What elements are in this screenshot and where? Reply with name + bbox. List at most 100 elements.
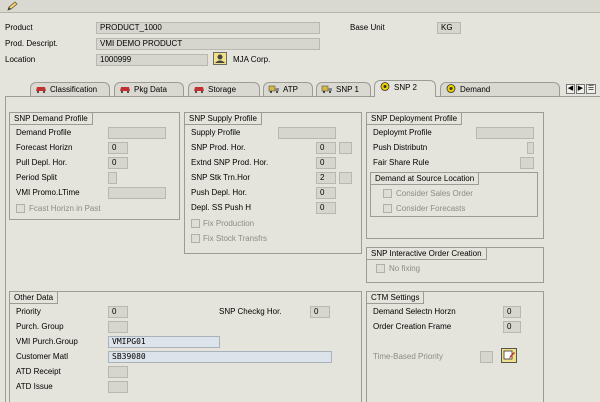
consider-sales-label: Consider Sales Order [396, 189, 473, 198]
fair-share-field[interactable] [520, 157, 534, 169]
location-name: MJA Corp. [233, 55, 271, 64]
snp-prod-hor-label: SNP Prod. Hor. [191, 143, 246, 152]
fix-production-label: Fix Production [203, 219, 255, 228]
atd-issue-field[interactable] [108, 381, 128, 393]
stk-trn-hor-extra[interactable] [339, 172, 352, 184]
truck-icon [268, 86, 279, 94]
vmi-purch-group-label: VMI Purch.Group [16, 337, 78, 346]
supply-profile-field[interactable] [278, 127, 336, 139]
demand-selectn-field[interactable]: 0 [503, 306, 521, 318]
push-depl-field[interactable]: 0 [316, 187, 336, 199]
prod-descript-label: Prod. Descript. [5, 39, 58, 48]
snp-deployment-profile-title: SNP Deployment Profile [367, 113, 463, 125]
time-based-priority-edit-icon[interactable] [501, 348, 517, 363]
fix-production-checkbox[interactable] [191, 219, 200, 228]
demand-source-location-title: Demand at Source Location [371, 173, 480, 185]
tab-classification[interactable]: Classification [30, 82, 110, 97]
forecast-horizon-field[interactable]: 0 [108, 142, 128, 154]
tab-atp[interactable]: ATP [263, 82, 313, 97]
pull-depl-field[interactable]: 0 [108, 157, 128, 169]
forecast-horizon-label: Forecast Horizn [16, 143, 73, 152]
toolbar [0, 0, 600, 13]
car-icon [194, 87, 204, 94]
stk-trn-hor-field[interactable]: 2 [316, 172, 336, 184]
time-based-priority-field[interactable] [480, 351, 493, 363]
time-based-priority-label: Time-Based Priority [373, 352, 443, 361]
tab-storage-label: Storage [208, 85, 237, 94]
atd-receipt-label: ATD Receipt [16, 367, 61, 376]
pencil-icon[interactable] [6, 1, 20, 12]
demand-profile-label: Demand Profile [16, 128, 72, 137]
atd-issue-label: ATD Issue [16, 382, 53, 391]
fair-share-label: Fair Share Rule [373, 158, 430, 167]
base-unit-label: Base Unit [350, 23, 385, 32]
tab-storage[interactable]: Storage [188, 82, 260, 97]
ctm-settings-title: CTM Settings [367, 292, 425, 304]
fix-stock-checkbox[interactable] [191, 234, 200, 243]
tab-demand[interactable]: Demand [440, 82, 560, 97]
tab-scroll-right-button[interactable]: ▶ [576, 84, 585, 94]
tab-demand-label: Demand [460, 85, 491, 94]
purch-group-label: Purch. Group [16, 322, 64, 331]
no-fixing-checkbox[interactable] [376, 264, 385, 273]
tab-atp-label: ATP [283, 85, 298, 94]
pull-depl-label: Pull Depl. Hor. [16, 158, 68, 167]
snp-supply-profile-title: SNP Supply Profile [185, 113, 262, 125]
depl-ss-push-field[interactable]: 0 [316, 202, 336, 214]
location-label: Location [5, 55, 36, 64]
tab-snp1-label: SNP 1 [336, 85, 359, 94]
extnd-prod-hor-field[interactable]: 0 [316, 157, 336, 169]
deploymt-profile-label: Deploymt Profile [373, 128, 432, 137]
supply-profile-label: Supply Profile [191, 128, 241, 137]
location-lookup-icon[interactable] [213, 52, 227, 65]
car-icon [120, 87, 130, 94]
vmi-promo-label: VMI Promo.LTime [16, 188, 80, 197]
extnd-prod-hor-label: Extnd SNP Prod. Hor. [191, 158, 269, 167]
customer-matl-field[interactable]: SB39080 [108, 351, 332, 363]
priority-label: Priority [16, 307, 41, 316]
stk-trn-hor-label: SNP Stk Trn.Hor [191, 173, 250, 182]
tab-snp2[interactable]: SNP 2 [374, 80, 436, 97]
push-distrib-label: Push Distributn [373, 143, 428, 152]
status-icon [446, 84, 456, 94]
tab-scroll-left-button[interactable]: ◀ [566, 84, 575, 94]
tab-snp1[interactable]: SNP 1 [316, 82, 371, 97]
order-creation-field[interactable]: 0 [503, 321, 521, 333]
base-unit-field[interactable]: KG [437, 22, 461, 34]
snp-demand-profile-title: SNP Demand Profile [10, 113, 93, 125]
customer-matl-label: Customer Matl [16, 352, 69, 361]
atd-receipt-field[interactable] [108, 366, 128, 378]
fcast-past-label: Fcast Horizn in Past [29, 204, 101, 213]
car-icon [36, 87, 46, 94]
snp-prod-hor-field[interactable]: 0 [316, 142, 336, 154]
order-creation-label: Order Creation Frame [373, 322, 452, 331]
period-split-field[interactable] [108, 172, 117, 184]
product-field[interactable]: PRODUCT_1000 [96, 22, 320, 34]
tab-list-button[interactable]: ☰ [586, 84, 596, 94]
consider-sales-checkbox[interactable] [383, 189, 392, 198]
push-distrib-field[interactable] [527, 142, 534, 154]
priority-field[interactable]: 0 [108, 306, 128, 318]
demand-selectn-label: Demand Selectn Horzn [373, 307, 456, 316]
vmi-promo-field[interactable] [108, 187, 166, 199]
fcast-past-checkbox[interactable] [16, 204, 25, 213]
location-field[interactable]: 1000999 [96, 54, 208, 66]
fix-stock-label: Fix Stock Transfrs [203, 234, 268, 243]
no-fixing-label: No fixing [389, 264, 421, 273]
vmi-purch-group-field[interactable]: VMIPG01 [108, 336, 220, 348]
tab-pkg-data-label: Pkg Data [134, 85, 167, 94]
consider-forecasts-label: Consider Forecasts [396, 204, 466, 213]
tab-classification-label: Classification [50, 85, 98, 94]
demand-profile-field[interactable] [108, 127, 166, 139]
tab-pkg-data[interactable]: Pkg Data [114, 82, 184, 97]
snp-checkg-hor-label: SNP Checkg Hor. [219, 307, 282, 316]
period-split-label: Period Split [16, 173, 57, 182]
other-data-title: Other Data [10, 292, 59, 304]
purch-group-field[interactable] [108, 321, 128, 333]
consider-forecasts-checkbox[interactable] [383, 204, 392, 213]
product-label: Product [5, 23, 33, 32]
prod-descript-field[interactable]: VMI DEMO PRODUCT [96, 38, 320, 50]
snp-checkg-hor-field[interactable]: 0 [310, 306, 330, 318]
snp-prod-hor-extra[interactable] [339, 142, 352, 154]
deploymt-profile-field[interactable] [476, 127, 534, 139]
